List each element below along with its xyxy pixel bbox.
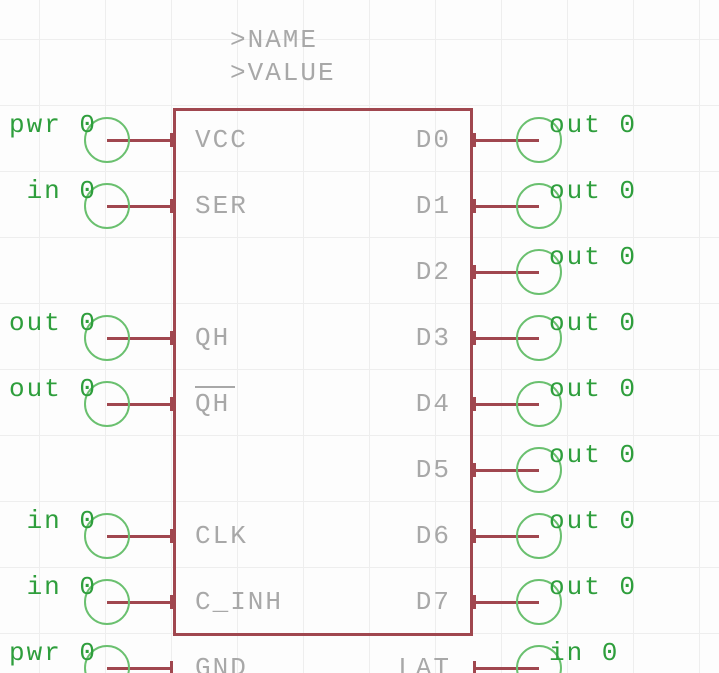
pin-net-label: in 0 — [27, 176, 97, 206]
pin-net-label: out 0 — [549, 242, 637, 272]
pin-tick — [473, 661, 476, 673]
name-placeholder: >NAME — [230, 25, 318, 55]
pin-tick — [473, 463, 476, 477]
pin-internal-label: GND — [195, 653, 248, 673]
pin-net-label: out 0 — [549, 506, 637, 536]
pin-net-label: out 0 — [549, 110, 637, 140]
pin-net-label: out 0 — [549, 374, 637, 404]
value-placeholder: >VALUE — [230, 58, 336, 88]
pin-internal-label: LAT — [398, 653, 451, 673]
pin-net-label: out 0 — [549, 176, 637, 206]
pin-tick — [473, 595, 476, 609]
pin-tick — [473, 397, 476, 411]
pin-net-label: out 0 — [549, 572, 637, 602]
pin-tick — [473, 331, 476, 345]
pin-net-label: pwr 0 — [9, 110, 97, 140]
pin-net-label: in 0 — [549, 638, 619, 668]
pin-net-label: in 0 — [27, 506, 97, 536]
pin-net-label: pwr 0 — [9, 638, 97, 668]
pin-tick — [473, 265, 476, 279]
pin-tick — [170, 661, 173, 673]
pin-net-label: in 0 — [27, 572, 97, 602]
pin-net-label: out 0 — [9, 308, 97, 338]
pin-net-label: out 0 — [9, 374, 97, 404]
pin-net-label: out 0 — [549, 440, 637, 470]
pin-tick — [473, 199, 476, 213]
pin-net-label: out 0 — [549, 308, 637, 338]
pin-tick — [473, 529, 476, 543]
pin-tick — [473, 133, 476, 147]
ic-symbol-body — [173, 108, 473, 636]
